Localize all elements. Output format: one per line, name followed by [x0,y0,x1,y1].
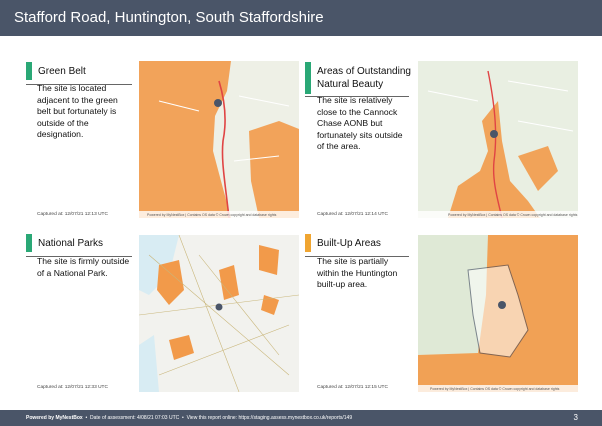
captured-timestamp: Captured at: 12/07/21 12:33 UTC [37,385,108,390]
footer-text: Powered by MyNestBox • Date of assessmen… [26,415,352,421]
panel-heading-green-belt: Green Belt [26,62,132,85]
panel-heading-aonb: Areas of Outstanding Natural Beauty [305,62,411,97]
panel-heading-built-up-areas: Built-Up Areas [305,234,409,257]
status-indicator [305,62,311,94]
captured-timestamp: Captured at: 12/07/21 12:13 UTC [37,212,108,217]
panel-title: Areas of Outstanding Natural Beauty [317,66,411,90]
captured-timestamp: Captured at: 12/07/21 12:15 UTC [317,385,388,390]
report-link[interactable]: View this report online: https://staging… [187,415,353,421]
panel-title: National Parks [38,238,104,249]
captured-timestamp: Captured at: 12/07/21 12:14 UTC [317,212,388,217]
site-pin-icon [498,301,506,309]
aonb-map[interactable]: Powered by MyNestBox | Contains OS data … [418,61,578,218]
page-number: 3 [573,413,578,422]
svg-text:Powered by MyNestBox | Contain: Powered by MyNestBox | Contains OS data … [430,387,560,391]
green-belt-map[interactable]: Powered by MyNestBox | Contains OS data … [139,61,299,218]
site-pin-icon [490,130,498,138]
footer-separator: • [182,415,184,421]
status-indicator [305,234,311,252]
panel-description: The site is relatively close to the Cann… [317,95,403,151]
status-indicator [26,62,32,80]
site-pin-icon [214,99,222,107]
built-up-areas-map[interactable]: Powered by MyNestBox | Contains OS data … [418,235,578,392]
map-attribution: Powered by MyNestBox | Contains OS data … [147,213,277,217]
footer-separator: • [85,415,88,421]
assessment-date: Date of assessment: 4/08/21 07:03 UTC [90,415,180,421]
national-parks-map[interactable] [139,235,299,392]
svg-text:Powered by MyNestBox | Contain: Powered by MyNestBox | Contains OS data … [448,213,578,217]
report-header: Stafford Road, Huntington, South Staffor… [0,0,602,36]
panel-heading-national-parks: National Parks [26,234,132,257]
footer-powered: Powered by MyNestBox [26,415,83,421]
panel-title: Green Belt [38,66,86,77]
report-footer: Powered by MyNestBox • Date of assessmen… [0,410,602,426]
page-title: Stafford Road, Huntington, South Staffor… [14,9,324,26]
status-indicator [26,234,32,252]
panel-title: Built-Up Areas [317,238,381,249]
panel-description: The site is partially within the Hunting… [317,256,398,289]
panel-description: The site is firmly outside of a National… [37,256,130,278]
site-pin-icon [215,303,223,311]
panel-description: The site is located adjacent to the gree… [37,83,118,139]
